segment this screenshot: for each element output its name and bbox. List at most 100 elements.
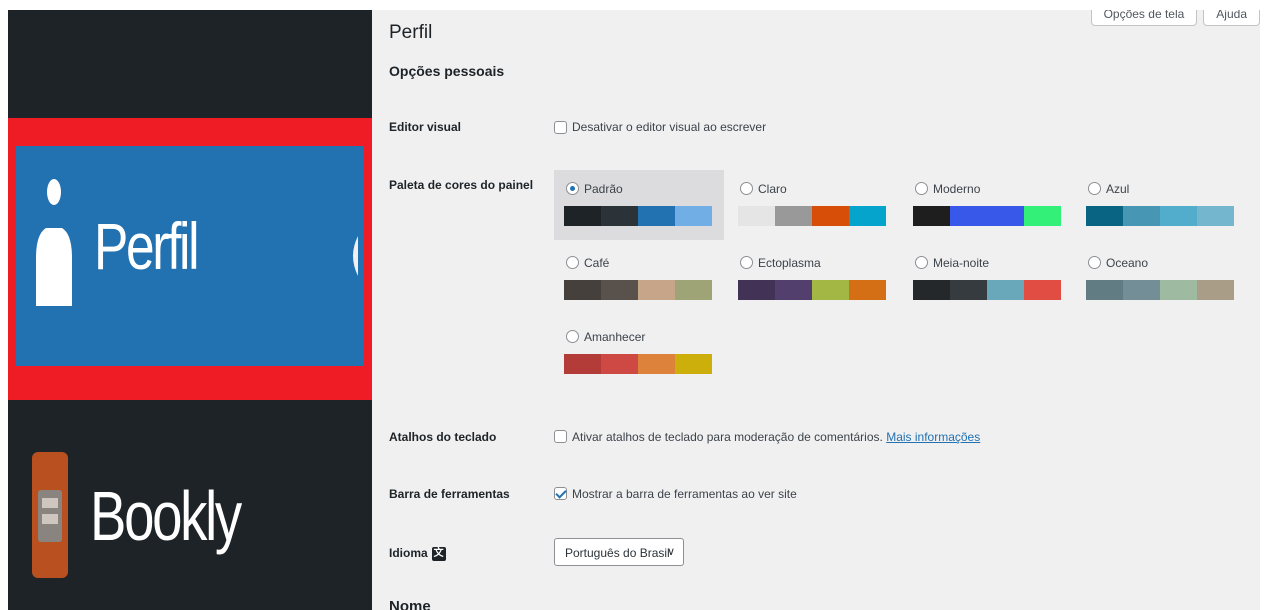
language-selected: Português do Brasil [565,546,670,560]
visual-editor-checkbox[interactable] [554,121,567,134]
color-swatches [738,280,886,300]
color-swatch [564,280,601,300]
keyboard-shortcuts-checkbox[interactable] [554,430,567,443]
color-scheme-option[interactable]: Amanhecer [554,318,724,388]
color-scheme-name: Oceano [1106,256,1149,270]
visual-editor-text[interactable]: Desativar o editor visual ao escrever [572,120,766,134]
language-label-row: Idioma 文 [389,546,446,561]
color-swatch [638,354,675,374]
color-swatch [675,280,712,300]
screen-options-button[interactable]: Opções de tela [1090,10,1198,26]
page-title: Perfil [389,22,433,43]
color-scheme-name: Padrão [584,182,623,196]
color-scheme-radio[interactable] [566,256,579,269]
color-scheme-option[interactable]: Padrão [554,170,724,240]
color-swatch [564,354,601,374]
color-swatch [987,280,1024,300]
chevron-down-icon: ∨ [666,546,675,558]
language-label: Idioma [389,546,428,560]
color-swatches [913,280,1061,300]
color-scheme-option[interactable]: Ectoplasma [728,244,898,314]
color-scheme-radio[interactable] [1088,182,1101,195]
color-swatch [1160,280,1197,300]
color-swatch [675,354,712,374]
color-scheme-option[interactable]: Claro [728,170,898,240]
color-swatch [675,206,712,226]
color-swatch [775,206,812,226]
screen-meta-links: Opções de tela Ajuda [1090,10,1260,26]
color-scheme-radio[interactable] [740,182,753,195]
color-swatch [950,280,987,300]
color-swatches [1086,206,1234,226]
section-title: Opções pessoais [389,63,505,79]
color-swatch [950,206,987,226]
color-swatches [564,280,712,300]
color-scheme-name: Ectoplasma [758,256,821,270]
color-swatch [987,206,1024,226]
color-swatch [638,280,675,300]
more-info-link[interactable]: Mais informações [886,430,980,444]
admin-sidebar: Perfil Bookly [8,10,372,610]
visual-editor-label: Editor visual [389,120,462,134]
color-swatches [738,206,886,226]
color-scheme-radio[interactable] [915,182,928,195]
color-swatch [738,280,775,300]
color-scheme-radio[interactable] [566,330,579,343]
color-swatch [1123,280,1160,300]
color-scheme-option[interactable]: Oceano [1076,244,1246,314]
color-scheme-radio[interactable] [740,256,753,269]
color-swatch [738,206,775,226]
color-swatch [812,206,849,226]
color-scheme-option[interactable]: Meia-noite [903,244,1073,314]
name-section-title: Nome [389,598,431,610]
color-scheme-option[interactable]: Café [554,244,724,314]
color-scheme-name: Claro [758,182,787,196]
color-swatch [601,354,638,374]
color-swatches [1086,280,1234,300]
color-swatch [601,206,638,226]
color-scheme-option[interactable]: Azul [1076,170,1246,240]
toolbar-label: Barra de ferramentas [389,487,510,501]
color-swatch [1123,206,1160,226]
bookly-icon [32,452,68,578]
color-swatch [1197,280,1234,300]
keyboard-shortcuts-row: Ativar atalhos de teclado para moderação… [572,430,980,444]
toolbar-text[interactable]: Mostrar a barra de ferramentas ao ver si… [572,487,797,501]
color-scheme-radio[interactable] [915,256,928,269]
language-select[interactable]: Português do Brasil ∨ [554,538,684,566]
sidebar-item-bookly[interactable]: Bookly [8,430,372,610]
color-scheme-radio[interactable] [1088,256,1101,269]
color-swatch [1086,206,1123,226]
keyboard-shortcuts-label: Atalhos do teclado [389,430,497,444]
color-swatch [1197,206,1234,226]
color-scheme-name: Moderno [933,182,981,196]
color-swatch [1086,280,1123,300]
keyboard-shortcuts-text[interactable]: Ativar atalhos de teclado para moderação… [572,430,883,444]
color-swatches [564,206,712,226]
color-swatch [1024,206,1061,226]
color-swatches [913,206,1061,226]
help-button[interactable]: Ajuda [1203,10,1260,26]
color-swatch [812,280,849,300]
collapse-arrow-icon [353,236,358,276]
color-scheme-name: Café [584,256,610,270]
color-swatch [601,280,638,300]
color-swatch [913,206,950,226]
color-scheme-radio[interactable] [566,182,579,195]
color-swatch [913,280,950,300]
color-scheme-name: Amanhecer [584,330,646,344]
color-swatch [849,280,886,300]
active-item-highlight: Perfil [8,118,372,400]
user-icon [36,179,72,306]
color-swatch [1160,206,1197,226]
translation-icon: 文 [431,546,446,561]
color-scheme-name: Azul [1106,182,1130,196]
sidebar-item-label: Bookly [90,477,242,555]
color-swatch [775,280,812,300]
color-scheme-option[interactable]: Moderno [903,170,1073,240]
toolbar-checkbox[interactable] [554,487,567,500]
color-swatch [638,206,675,226]
color-scheme-name: Meia-noite [933,256,990,270]
color-swatch [849,206,886,226]
sidebar-item-perfil[interactable]: Perfil [16,146,364,366]
